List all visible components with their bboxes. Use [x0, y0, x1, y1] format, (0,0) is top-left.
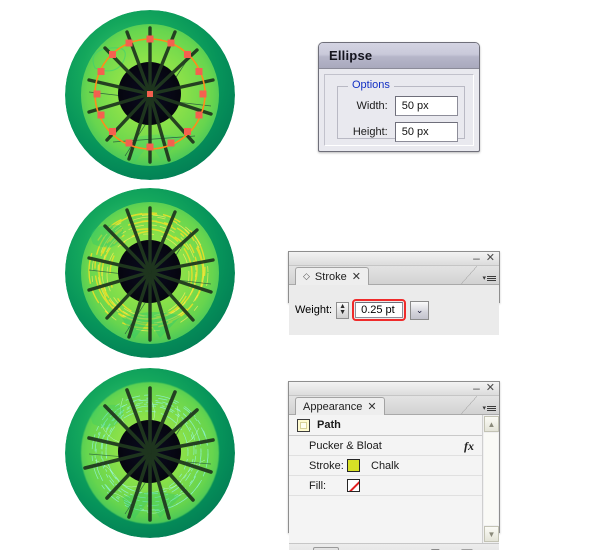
- stroke-brush-name: Chalk: [371, 459, 400, 472]
- options-legend: Options: [348, 79, 394, 91]
- stepper-down-icon[interactable]: ▼: [339, 309, 346, 316]
- iris-spokes: [87, 26, 215, 164]
- weight-dropdown-button[interactable]: ⌄: [410, 300, 430, 320]
- stroke-panel[interactable]: – ✕ ◇ Stroke ✕ ▾ Weight: ▲ ▼ 0.25 pt ⌄: [288, 251, 500, 335]
- window-buttons: – ✕: [473, 382, 495, 394]
- dialog-body: Options Width: 50 px Height: 50 px: [324, 74, 474, 146]
- appearance-row-stroke[interactable]: Stroke: Chalk: [289, 456, 482, 476]
- eye-illustration: [65, 10, 235, 180]
- appearance-row-label: Pucker & Bloat: [309, 439, 382, 452]
- tab-close-icon[interactable]: ✕: [367, 400, 376, 413]
- tab-stroke-label: Stroke: [314, 270, 347, 283]
- appearance-list: Path Pucker & Bloat fx Stroke: Chalk Fil…: [289, 415, 482, 543]
- stroke-panel-header[interactable]: – ✕: [289, 252, 499, 266]
- dialog-titlebar[interactable]: Ellipse: [319, 43, 479, 69]
- scrollbar-track[interactable]: [484, 433, 498, 525]
- fx-icon[interactable]: fx: [464, 439, 474, 454]
- dialog-title: Ellipse: [329, 48, 373, 63]
- weight-stepper[interactable]: ▲ ▼: [336, 301, 350, 319]
- tab-strip-divider: [461, 266, 477, 284]
- tab-appearance-label: Appearance: [303, 400, 363, 413]
- appearance-scrollbar[interactable]: ▲ ▼: [482, 415, 499, 543]
- eye-illustration: [65, 368, 235, 538]
- iris-spokes: [87, 206, 215, 342]
- close-icon[interactable]: ✕: [486, 252, 495, 264]
- options-fieldset: Options Width: 50 px Height: 50 px: [337, 79, 465, 142]
- chevron-down-icon: ▼: [487, 529, 496, 539]
- minimize-icon[interactable]: –: [473, 252, 480, 264]
- stroke-panel-content: Weight: ▲ ▼ 0.25 pt ⌄: [289, 285, 499, 335]
- chevron-up-icon: ▲: [487, 419, 496, 429]
- height-input[interactable]: 50 px: [394, 122, 458, 142]
- appearance-row-path[interactable]: Path: [289, 415, 482, 436]
- width-label: Width:: [356, 100, 388, 112]
- appearance-row-pucker-bloat[interactable]: Pucker & Bloat fx: [289, 436, 482, 456]
- height-label: Height:: [352, 126, 388, 138]
- appearance-row-label: Path: [317, 419, 341, 431]
- eye-step-2-chalk-stroke[interactable]: [65, 188, 235, 358]
- appearance-panel-content: Path Pucker & Bloat fx Stroke: Chalk Fil…: [289, 415, 499, 550]
- panel-menu-icon[interactable]: ▾: [482, 274, 496, 283]
- width-input[interactable]: 50 px: [394, 96, 458, 116]
- stroke-row-label: Stroke:: [309, 459, 344, 472]
- tab-appearance[interactable]: Appearance ✕: [295, 397, 385, 415]
- none-swatch-icon[interactable]: [347, 479, 360, 492]
- eye-step-3-color-dodge[interactable]: [65, 368, 235, 543]
- path-swatch-icon: [297, 418, 310, 432]
- appearance-panel-header[interactable]: – ✕: [289, 382, 499, 396]
- scroll-down-button[interactable]: ▼: [484, 526, 499, 542]
- minimize-icon[interactable]: –: [473, 382, 480, 394]
- appearance-row-fill[interactable]: Fill:: [289, 476, 482, 496]
- fill-row-label: Fill:: [309, 479, 327, 492]
- appearance-footer-toolbar: ◐◗ ⊘ ◑▸○ ❐ ⌧: [289, 543, 499, 550]
- screenshot-root: Ellipse Options Width: 50 px Height: 50 …: [0, 0, 600, 550]
- eye-step-1-selected-path[interactable]: [65, 10, 235, 180]
- stroke-swatch-icon[interactable]: [347, 459, 360, 472]
- panel-menu-icon[interactable]: ▾: [482, 404, 496, 413]
- tab-stroke[interactable]: ◇ Stroke ✕: [295, 267, 369, 285]
- weight-label: Weight:: [295, 304, 333, 316]
- chevron-down-icon: ⌄: [415, 304, 424, 315]
- scroll-up-button[interactable]: ▲: [484, 416, 499, 432]
- stroke-tabstrip: ◇ Stroke ✕ ▾: [289, 266, 499, 285]
- height-field-row: Height: 50 px: [344, 122, 458, 142]
- close-icon[interactable]: ✕: [486, 382, 495, 394]
- collapse-diamond-icon[interactable]: ◇: [303, 271, 310, 282]
- eye-illustration: [65, 188, 235, 358]
- weight-input[interactable]: 0.25 pt: [355, 302, 404, 318]
- width-field-row: Width: 50 px: [344, 96, 458, 116]
- weight-highlight-annotation: 0.25 pt: [352, 299, 407, 321]
- window-buttons: – ✕: [473, 252, 495, 264]
- tab-close-icon[interactable]: ✕: [352, 270, 361, 283]
- iris-spokes: [83, 386, 215, 522]
- ellipse-dialog[interactable]: Ellipse Options Width: 50 px Height: 50 …: [318, 42, 480, 152]
- appearance-panel[interactable]: – ✕ Appearance ✕ ▾ Path Pucker & Bloat f…: [288, 381, 500, 550]
- tab-strip-divider: [461, 396, 477, 414]
- appearance-tabstrip: Appearance ✕ ▾: [289, 396, 499, 415]
